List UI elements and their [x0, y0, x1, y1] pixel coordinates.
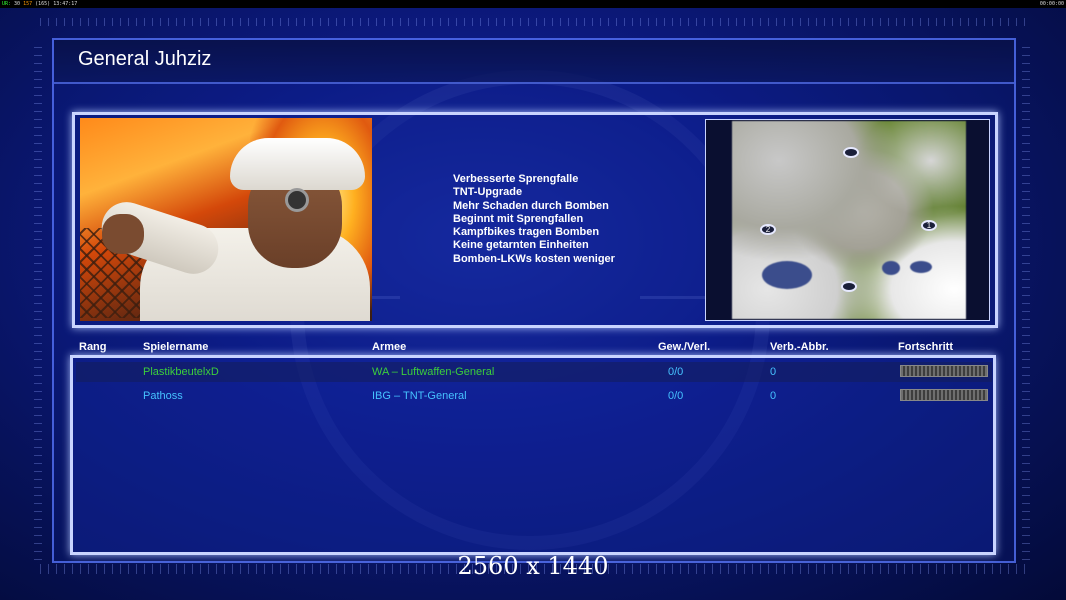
- status-left: UR: 30 157 (165) 13:47:17: [2, 0, 77, 8]
- column-header-progress: Fortschritt: [898, 341, 953, 353]
- trait-item: Beginnt mit Sprengfallen: [453, 212, 584, 225]
- water-area: [882, 261, 900, 275]
- spawn-marker[interactable]: 2: [760, 224, 776, 235]
- status-bar: UR: 30 157 (165) 13:47:17 00:00:00: [0, 0, 1066, 8]
- ruler-decoration: [40, 18, 1030, 26]
- player-table-panel: [70, 355, 996, 555]
- trait-item: Bomben-LKWs kosten weniger: [453, 252, 615, 265]
- column-header-destroyed: Verb.-Abbr.: [770, 341, 829, 353]
- headset-icon: [285, 188, 309, 212]
- minimap-icon: 2 1: [705, 119, 990, 321]
- player-name-cell: PlastikbeutelxD: [143, 366, 219, 378]
- general-portrait-icon: [80, 118, 372, 321]
- spawn-marker[interactable]: 1: [921, 220, 937, 231]
- status-fps: 30: [14, 1, 21, 7]
- status-time: 13:47:17: [53, 1, 78, 7]
- winloss-cell: 0/0: [668, 366, 684, 378]
- resolution-overlay-text: 2560 x 1440: [457, 552, 609, 580]
- table-row: PlastikbeutelxD WA – Luftwaffen-General …: [76, 362, 992, 382]
- trait-item: Verbesserte Sprengfalle: [453, 173, 579, 185]
- table-row: Pathoss IBG – TNT-General 0/0 0: [76, 386, 992, 406]
- trait-item: Kampfbikes tragen Bomben: [453, 226, 600, 239]
- status-extra: (165): [35, 1, 51, 7]
- progress-bar: [900, 365, 988, 377]
- column-header-player: Spielername: [143, 341, 209, 353]
- page-title: General Juhziz: [78, 48, 212, 70]
- winloss-cell: 0/0: [668, 390, 684, 402]
- army-cell: WA – Luftwaffen-General: [372, 366, 495, 378]
- general-traits-list: Verbesserte Sprengfalle TNT-Upgrade Mehr…: [453, 173, 615, 266]
- water-area: [910, 261, 932, 273]
- status-right-time: 00:00:00: [1039, 1, 1064, 7]
- column-header-rank: Rang: [79, 341, 107, 353]
- spawn-marker[interactable]: [841, 281, 857, 292]
- ruler-decoration: [1022, 40, 1030, 560]
- progress-bar: [900, 389, 988, 401]
- trait-item: Mehr Schaden durch Bomben: [453, 199, 609, 212]
- status-ping: 157: [23, 1, 33, 7]
- column-header-army: Armee: [372, 341, 407, 353]
- hand: [102, 214, 144, 254]
- spawn-marker[interactable]: [843, 147, 859, 158]
- trait-item: TNT-Upgrade: [453, 186, 523, 199]
- destroyed-cell: 0: [770, 366, 777, 378]
- turban: [230, 138, 365, 190]
- column-header-winloss: Gew./Verl.: [658, 341, 711, 353]
- status-prefix: UR:: [2, 1, 12, 7]
- destroyed-cell: 0: [770, 390, 777, 402]
- water-area: [762, 261, 812, 289]
- army-cell: IBG – TNT-General: [372, 390, 467, 402]
- trait-item: Keine getarnten Einheiten: [453, 239, 589, 252]
- player-name-cell: Pathoss: [143, 390, 183, 402]
- ruler-decoration: [34, 40, 42, 560]
